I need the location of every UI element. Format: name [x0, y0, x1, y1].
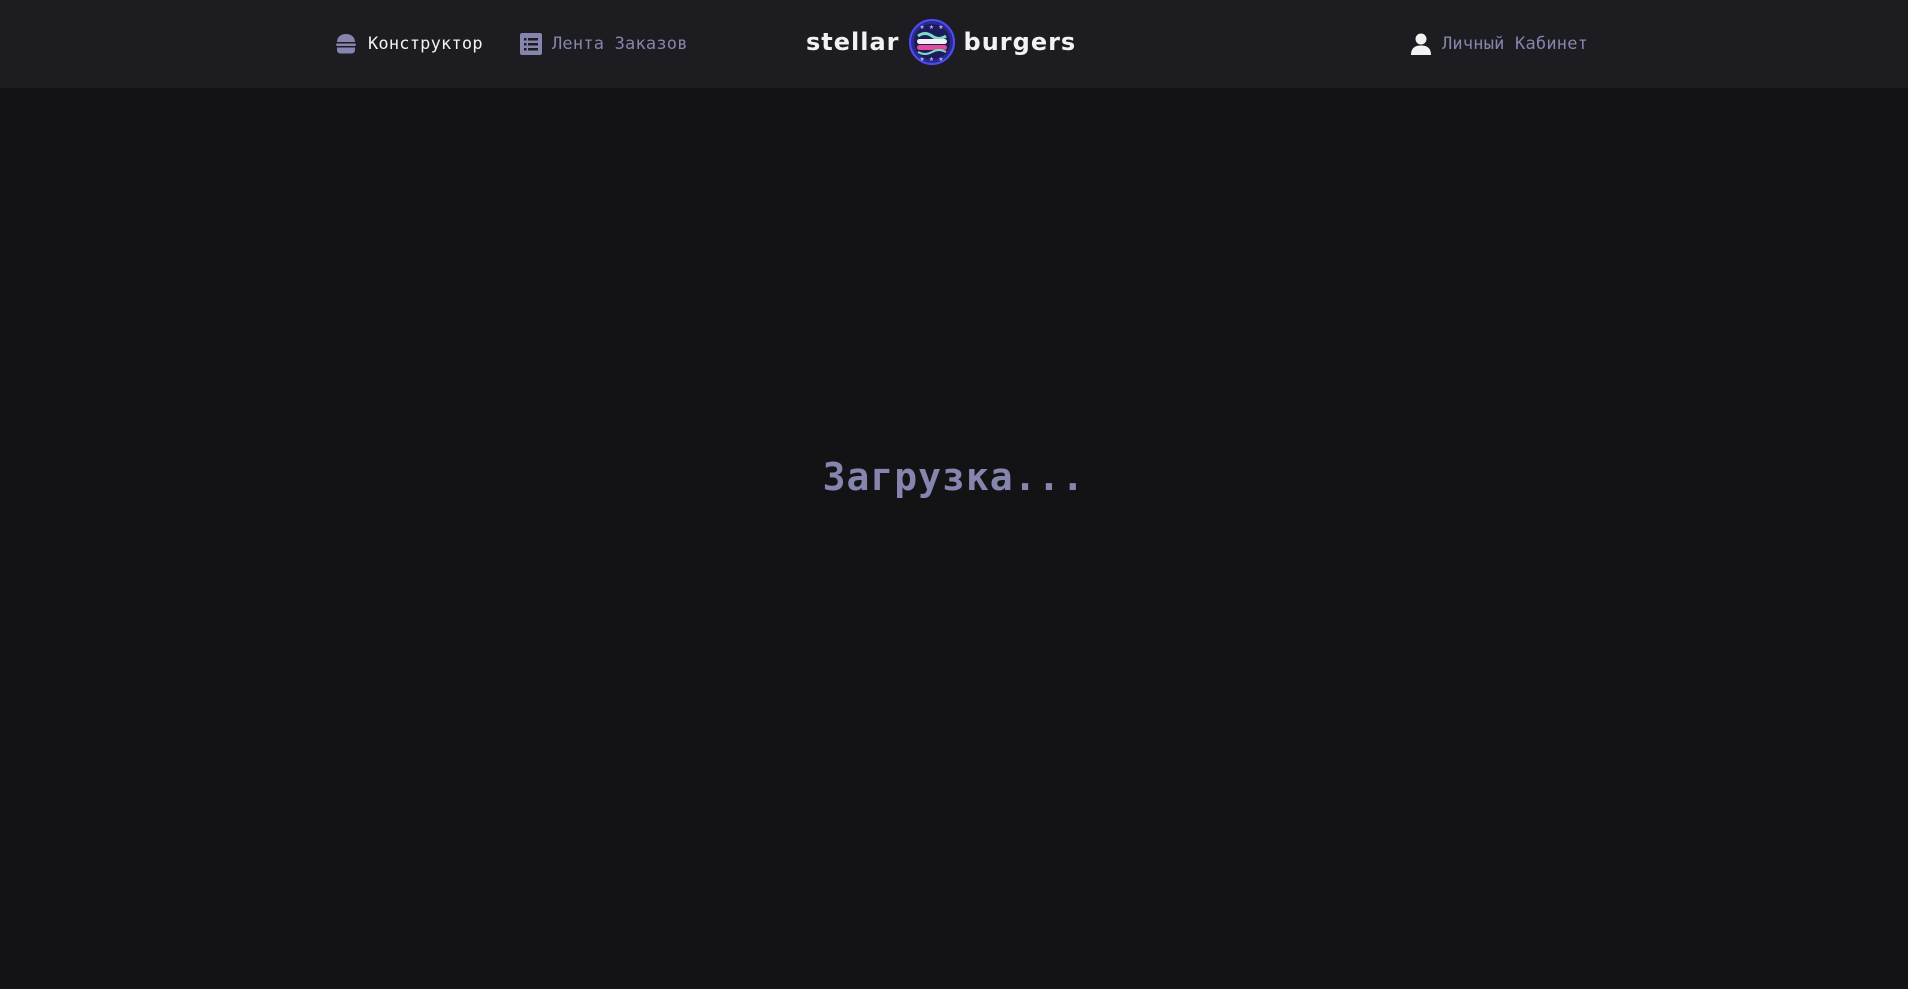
nav-constructor-label: Конструктор — [368, 34, 483, 54]
nav-feed-label: Лента Заказов — [552, 34, 688, 54]
logo-text-left: stellar — [806, 28, 900, 56]
burger-planet-icon: ★ ★ ★ ★ ★ ★ — [908, 18, 956, 66]
logo-text-right: burgers — [963, 28, 1077, 56]
app-header: Конструктор Лента Заказов stellar ★ ★ ★ … — [0, 0, 1908, 88]
app: Конструктор Лента Заказов stellar ★ ★ ★ … — [0, 0, 1908, 989]
nav-feed-link[interactable]: Лента Заказов — [520, 0, 688, 88]
svg-text:★ ★ ★: ★ ★ ★ — [919, 24, 944, 31]
list-icon — [520, 32, 542, 56]
loading-text: Загрузка... — [822, 455, 1086, 499]
nav-profile-link[interactable]: Личный Кабинет — [1410, 0, 1588, 88]
nav-constructor-link[interactable]: Конструктор — [334, 0, 483, 88]
user-icon — [1410, 32, 1432, 56]
nav-profile-label: Личный Кабинет — [1442, 34, 1589, 54]
burger-icon — [334, 32, 358, 56]
svg-text:★ ★ ★: ★ ★ ★ — [919, 56, 944, 63]
app-logo[interactable]: stellar ★ ★ ★ ★ ★ ★ burgers — [806, 16, 1076, 68]
